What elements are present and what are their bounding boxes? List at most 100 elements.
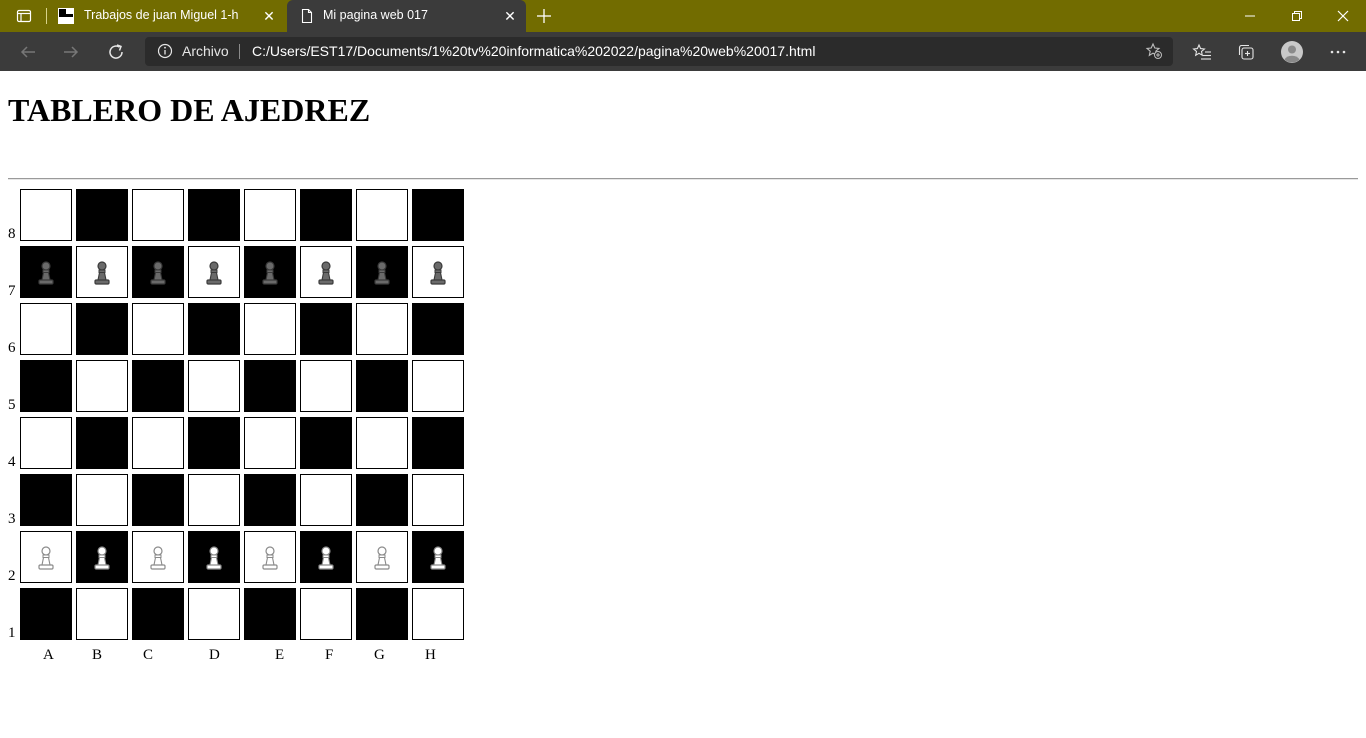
- square-b6: [76, 303, 128, 355]
- square-a8: [20, 189, 72, 241]
- url-text[interactable]: C:/Users/EST17/Documents/1%20tv%20inform…: [252, 43, 815, 59]
- square-f2: [300, 531, 352, 583]
- rank-label: 6: [8, 340, 16, 356]
- close-tab-icon[interactable]: ✕: [502, 8, 518, 24]
- more-options-icon[interactable]: [1323, 32, 1353, 71]
- black-pawn-icon: [314, 260, 338, 286]
- square-d7: [188, 246, 240, 298]
- address-bar[interactable]: Archivo C:/Users/EST17/Documents/1%20tv%…: [145, 37, 1173, 66]
- square-h4: [412, 417, 464, 469]
- square-h6: [412, 303, 464, 355]
- white-pawn-icon: [90, 545, 114, 571]
- square-c8: [132, 189, 184, 241]
- square-g5: [356, 360, 408, 412]
- minimize-icon[interactable]: [1236, 0, 1264, 32]
- refresh-icon[interactable]: [101, 32, 131, 71]
- profile-avatar-icon[interactable]: [1277, 32, 1307, 71]
- rank-label: 8: [8, 226, 16, 242]
- white-pawn-icon: [370, 545, 394, 571]
- square-c5: [132, 360, 184, 412]
- square-e4: [244, 417, 296, 469]
- black-pawn-icon: [202, 260, 226, 286]
- square-d5: [188, 360, 240, 412]
- square-a6: [20, 303, 72, 355]
- favorites-icon[interactable]: [1187, 32, 1217, 71]
- square-d8: [188, 189, 240, 241]
- white-pawn-icon: [146, 545, 170, 571]
- square-d2: [188, 531, 240, 583]
- square-b5: [76, 360, 128, 412]
- tab-label: Mi pagina web 017: [323, 8, 428, 22]
- file-label: B: [92, 647, 103, 663]
- square-d4: [188, 417, 240, 469]
- back-icon[interactable]: [13, 32, 43, 71]
- site-info-icon[interactable]: [157, 43, 173, 59]
- square-a2: [20, 531, 72, 583]
- square-a1: [20, 588, 72, 640]
- square-b1: [76, 588, 128, 640]
- rank-label: 1: [8, 625, 16, 641]
- square-g3: [356, 474, 408, 526]
- tab-actions-icon[interactable]: [12, 0, 36, 32]
- square-b8: [76, 189, 128, 241]
- square-h7: [412, 246, 464, 298]
- black-pawn-icon: [258, 260, 282, 286]
- close-window-icon[interactable]: [1329, 0, 1357, 32]
- square-f6: [300, 303, 352, 355]
- tab-favicon-icon: [58, 8, 74, 24]
- square-g8: [356, 189, 408, 241]
- square-g4: [356, 417, 408, 469]
- tab-trabajos[interactable]: Trabajos de juan Miguel 1-h ✕: [48, 0, 285, 32]
- square-c3: [132, 474, 184, 526]
- file-label: E: [275, 647, 285, 663]
- square-f7: [300, 246, 352, 298]
- browser-title-bar: Trabajos de juan Miguel 1-h ✕ Mi pagina …: [0, 0, 1366, 32]
- square-h2: [412, 531, 464, 583]
- new-tab-icon[interactable]: [532, 0, 556, 32]
- white-pawn-icon: [314, 545, 338, 571]
- square-g6: [356, 303, 408, 355]
- white-pawn-icon: [34, 545, 58, 571]
- protocol-label: Archivo: [182, 43, 229, 59]
- square-d3: [188, 474, 240, 526]
- tab-separator: [46, 8, 47, 24]
- rank-label: 4: [8, 454, 16, 470]
- square-f5: [300, 360, 352, 412]
- square-b2: [76, 531, 128, 583]
- square-a5: [20, 360, 72, 412]
- square-d1: [188, 588, 240, 640]
- square-f3: [300, 474, 352, 526]
- square-b7: [76, 246, 128, 298]
- black-pawn-icon: [90, 260, 114, 286]
- file-label: D: [209, 647, 220, 663]
- black-pawn-icon: [34, 260, 58, 286]
- square-e5: [244, 360, 296, 412]
- tab-label: Trabajos de juan Miguel 1-h: [84, 8, 239, 22]
- restore-icon[interactable]: [1283, 0, 1311, 32]
- rank-label: 5: [8, 397, 16, 413]
- rank-label: 3: [8, 511, 16, 527]
- square-c7: [132, 246, 184, 298]
- black-pawn-icon: [426, 260, 450, 286]
- square-g7: [356, 246, 408, 298]
- white-pawn-icon: [258, 545, 282, 571]
- forward-icon[interactable]: [56, 32, 86, 71]
- square-e6: [244, 303, 296, 355]
- square-h1: [412, 588, 464, 640]
- page-title: TABLERO DE AJEDREZ: [8, 92, 371, 128]
- tab-mi-pagina[interactable]: Mi pagina web 017 ✕: [287, 0, 526, 32]
- square-f8: [300, 189, 352, 241]
- square-g2: [356, 531, 408, 583]
- square-e8: [244, 189, 296, 241]
- square-b3: [76, 474, 128, 526]
- add-favorite-icon[interactable]: [1145, 42, 1163, 60]
- collections-icon[interactable]: [1231, 32, 1261, 71]
- square-b4: [76, 417, 128, 469]
- square-e2: [244, 531, 296, 583]
- white-pawn-icon: [426, 545, 450, 571]
- square-a7: [20, 246, 72, 298]
- square-c1: [132, 588, 184, 640]
- browser-toolbar: Archivo C:/Users/EST17/Documents/1%20tv%…: [0, 32, 1366, 71]
- white-pawn-icon: [202, 545, 226, 571]
- close-tab-icon[interactable]: ✕: [261, 8, 277, 24]
